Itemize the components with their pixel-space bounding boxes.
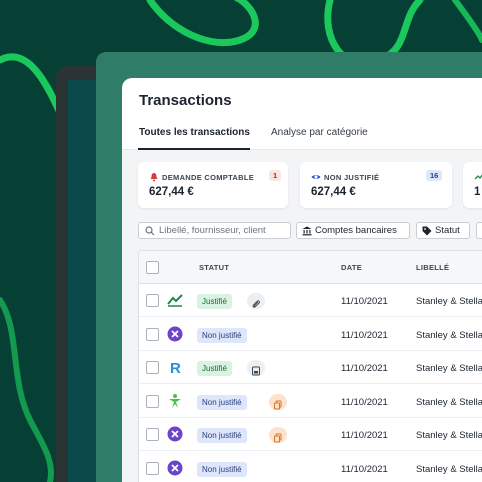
status-badge: Justifié — [197, 361, 232, 376]
search-input[interactable]: Libellé, fournisseur, client — [138, 222, 291, 239]
row-checkbox[interactable] — [146, 361, 159, 374]
copy-icon[interactable] — [269, 393, 287, 410]
card-count-badge: 1 — [269, 170, 282, 181]
row-label: Stanley & Stella — [416, 430, 482, 441]
header-status: STATUT — [199, 263, 230, 272]
table-row[interactable]: Non justifié 11/10/2021 Stanley & Stella — [139, 385, 482, 418]
row-date: 11/10/2021 — [341, 329, 388, 341]
star-figure-icon — [167, 393, 183, 409]
card-value: 627,44 € — [311, 186, 356, 198]
row-label: Stanley & Stella — [416, 296, 482, 307]
table-row[interactable]: Non justifié 11/10/2021 Stanley & Stella — [139, 318, 482, 351]
table-row[interactable]: Non justifié 11/10/2021 Stanley & Stella — [139, 418, 482, 451]
header-label: LIBELLÉ — [416, 263, 450, 272]
card-label: NON JUSTIFIÉ — [311, 172, 379, 182]
tab-bar: Toutes les transactions Analyse par caté… — [122, 124, 482, 150]
search-icon — [145, 226, 155, 236]
tag-icon — [422, 226, 432, 236]
transactions-window: Transactions Toutes les transactions Ana… — [122, 78, 482, 482]
row-checkbox[interactable] — [146, 461, 159, 475]
status-badge: Justifié — [197, 294, 232, 309]
x-logo-icon — [167, 326, 183, 342]
filter-bar: Libellé, fournisseur, client Comptes ban… — [122, 222, 482, 240]
row-date: 11/10/2021 — [341, 463, 388, 475]
card-label — [474, 172, 482, 182]
table-row[interactable]: Non justifié 11/10/2021 Stanley & Stella — [139, 452, 482, 482]
tab-category-analysis[interactable]: Analyse par catégorie — [271, 127, 368, 138]
card-value: 627,44 € — [149, 186, 194, 198]
r-logo-icon: R — [167, 359, 183, 377]
paperclip-icon[interactable] — [247, 293, 265, 309]
row-date: 11/10/2021 — [341, 430, 388, 441]
x-logo-icon — [167, 426, 183, 442]
x-logo-icon — [167, 460, 183, 476]
bank-icon — [302, 226, 312, 236]
card-count-badge: 16 — [426, 170, 443, 181]
row-checkbox[interactable] — [146, 428, 159, 441]
row-checkbox[interactable] — [146, 327, 159, 341]
status-badge: Non justifié — [197, 327, 247, 343]
row-label: Stanley & Stella — [416, 329, 482, 341]
svg-text:R: R — [170, 360, 181, 375]
table-row[interactable]: Justifié 11/10/2021 Stanley & Stella — [139, 284, 482, 317]
table-row[interactable]: R Justifié 11/10/2021 Stanley & Stella — [139, 351, 482, 384]
bank-accounts-filter[interactable]: Comptes bancaires — [296, 222, 410, 239]
status-badge: Non justifié — [197, 428, 247, 443]
copy-icon[interactable] — [269, 427, 287, 443]
card-value: 1 — [474, 186, 481, 198]
row-date: 11/10/2021 — [341, 396, 388, 408]
page-title: Transactions — [139, 92, 232, 109]
row-date: 11/10/2021 — [341, 296, 388, 307]
header-date: DATE — [341, 263, 363, 272]
table-header: STATUT DATE LIBELLÉ — [139, 251, 482, 284]
document-icon[interactable] — [247, 360, 265, 376]
row-label: Stanley & Stella — [416, 463, 482, 475]
status-filter[interactable]: Statut — [416, 222, 470, 239]
card-label: DEMANDE COMPTABLE — [149, 172, 254, 182]
select-all-checkbox[interactable] — [146, 261, 159, 274]
status-badge: Non justifié — [197, 461, 247, 477]
card-partial[interactable]: 1 — [463, 162, 482, 208]
more-filter[interactable] — [476, 222, 482, 239]
trend-icon — [474, 174, 482, 180]
transactions-table: STATUT DATE LIBELLÉ Justifié 11/10/2021 St… — [138, 250, 482, 482]
card-accounting-request[interactable]: DEMANDE COMPTABLE 627,44 € 1 — [138, 162, 288, 208]
row-label: Stanley & Stella — [416, 396, 482, 408]
row-date: 11/10/2021 — [341, 363, 388, 374]
eye-icon — [311, 175, 321, 179]
tab-all-transactions[interactable]: Toutes les transactions — [139, 127, 250, 138]
bell-icon — [150, 173, 158, 182]
chart-logo-icon — [167, 292, 183, 308]
status-badge: Non justifié — [197, 394, 247, 410]
row-checkbox[interactable] — [146, 294, 159, 307]
row-checkbox[interactable] — [146, 394, 159, 408]
card-unjustified[interactable]: NON JUSTIFIÉ 627,44 € 16 — [300, 162, 452, 208]
row-label: Stanley & Stella — [416, 363, 482, 374]
